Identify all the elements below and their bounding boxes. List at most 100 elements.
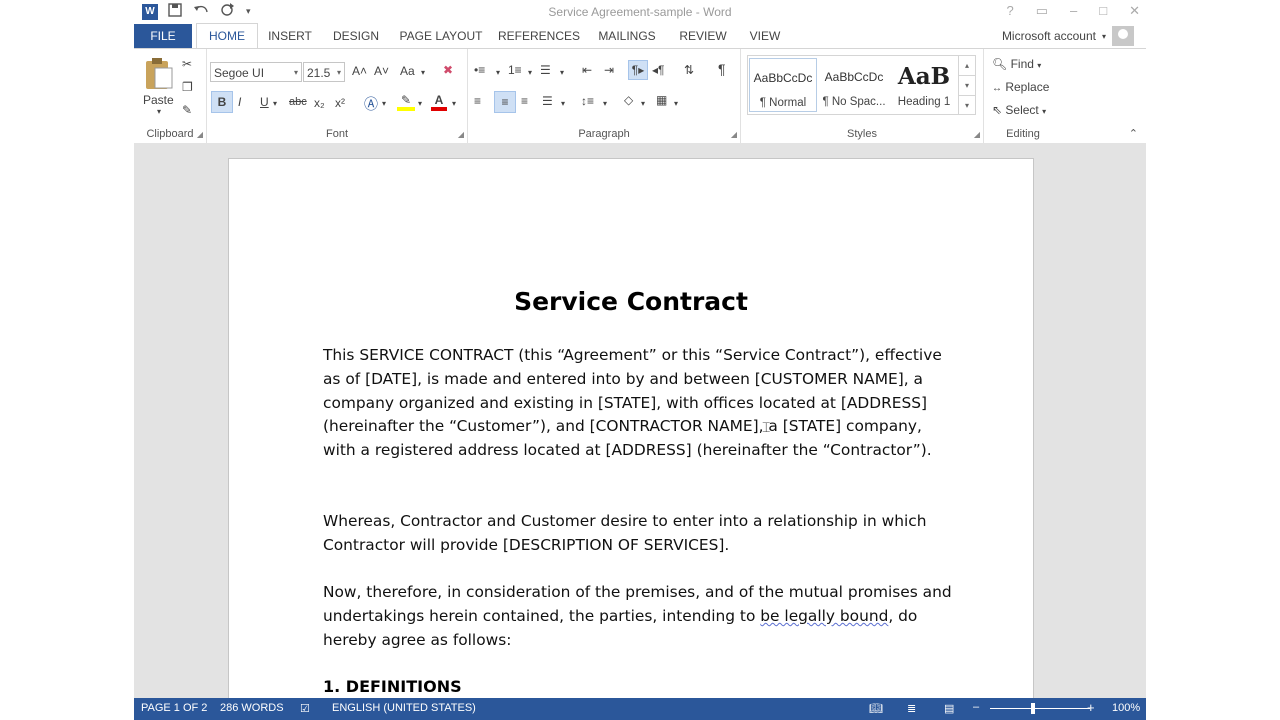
help-icon[interactable]: ? xyxy=(1006,3,1013,19)
bullets-icon[interactable]: •≡ xyxy=(474,63,485,77)
paragraph-intro: This SERVICE CONTRACT (this “Agreement” … xyxy=(323,346,942,460)
shading-icon[interactable]: ◇ xyxy=(624,93,633,107)
dialog-launcher-icon[interactable]: ◢ xyxy=(974,130,980,139)
collapse-ribbon-icon[interactable]: ⌃ xyxy=(1129,127,1138,140)
grammar-flag[interactable]: be legally bound xyxy=(760,607,888,625)
ribbon-display-icon[interactable]: ▭ xyxy=(1036,3,1048,19)
font-size-select[interactable]: 21.5 ▾ xyxy=(303,62,345,82)
italic-button[interactable]: I xyxy=(238,95,241,109)
align-right-icon[interactable]: ≡ xyxy=(521,94,528,108)
tab-page-layout[interactable]: PAGE LAYOUT xyxy=(396,24,486,48)
zoom-level[interactable]: 100% xyxy=(1112,702,1140,714)
word-count[interactable]: 286 WORDS xyxy=(220,702,284,714)
font-group: Segoe UI ▾ 21.5 ▾ A˄ A˅ Aa ▾ ✖ B I U ▾ a… xyxy=(207,49,468,143)
page-count[interactable]: PAGE 1 OF 2 xyxy=(141,702,207,714)
multilevel-list-icon[interactable]: ☰ xyxy=(540,63,551,77)
avatar[interactable] xyxy=(1112,26,1134,46)
document-canvas: Service Contract This SERVICE CONTRACT (… xyxy=(134,143,1146,698)
change-case-button[interactable]: Aa xyxy=(400,64,415,78)
tab-insert[interactable]: INSERT xyxy=(262,24,318,48)
account-menu[interactable]: Microsoft account ▾ xyxy=(1002,26,1134,46)
subscript-button[interactable]: x₂ xyxy=(314,96,325,110)
chevron-down-icon: ▾ xyxy=(336,68,341,77)
tab-references[interactable]: REFERENCES xyxy=(498,24,580,48)
zoom-slider-handle[interactable] xyxy=(1031,703,1035,714)
text-effects-icon[interactable]: Ⓐ xyxy=(364,94,378,114)
chevron-down-icon: ▾ xyxy=(641,99,646,108)
find-label: Find xyxy=(1010,57,1034,71)
paste-label: Paste xyxy=(143,93,174,107)
copy-icon[interactable]: ❐ xyxy=(182,80,193,94)
pointer-icon: ⇖ xyxy=(992,103,1003,117)
format-painter-icon[interactable]: ✎ xyxy=(182,103,192,117)
proofing-icon[interactable]: ☑ xyxy=(300,702,310,715)
numbering-icon[interactable]: 1≡ xyxy=(508,63,522,77)
style-normal[interactable]: AaBbCcDc ¶ Normal xyxy=(749,58,817,112)
zoom-in-button[interactable]: + xyxy=(1087,700,1095,715)
paragraph-whereas: Whereas, Contractor and Customer desire … xyxy=(323,512,927,554)
minimize-icon[interactable]: – xyxy=(1070,3,1077,19)
clipboard-group: Paste ▾ ✂ ❐ ✎ Clipboard ◢ xyxy=(134,49,207,143)
strikethrough-button[interactable]: abc xyxy=(289,96,307,108)
rtl-icon[interactable]: ◂¶ xyxy=(652,63,664,77)
more-icon[interactable]: ▾ xyxy=(959,95,975,115)
dialog-launcher-icon[interactable]: ◢ xyxy=(458,130,464,139)
justify-icon[interactable]: ☰ xyxy=(542,94,553,108)
decrease-indent-icon[interactable]: ⇤ xyxy=(582,63,592,77)
chevron-down-icon[interactable]: ▾ xyxy=(959,75,975,95)
grow-font-button[interactable]: A˄ xyxy=(352,64,367,78)
show-formatting-button[interactable]: ¶ xyxy=(718,61,726,77)
chevron-up-icon[interactable]: ▴ xyxy=(959,56,975,75)
tab-view[interactable]: VIEW xyxy=(742,24,788,48)
clear-formatting-icon[interactable]: ✖ xyxy=(443,63,453,77)
tab-review[interactable]: REVIEW xyxy=(674,24,732,48)
tab-design[interactable]: DESIGN xyxy=(326,24,386,48)
font-size-value: 21.5 xyxy=(307,66,331,80)
highlight-icon[interactable]: ✎ xyxy=(397,93,415,111)
font-color-icon[interactable]: A xyxy=(431,93,447,111)
underline-button[interactable]: U xyxy=(260,95,269,109)
document-page[interactable]: Service Contract This SERVICE CONTRACT (… xyxy=(228,158,1034,698)
tab-mailings[interactable]: MAILINGS xyxy=(592,24,662,48)
line-spacing-icon[interactable]: ↕≡ xyxy=(581,94,594,108)
status-bar: PAGE 1 OF 2 286 WORDS ☑ ENGLISH (UNITED … xyxy=(134,698,1146,720)
styles-gallery: AaBbCcDc ¶ Normal AaBbCcDc ¶ No Spac... … xyxy=(747,55,976,115)
bold-button[interactable]: B xyxy=(211,91,233,113)
style-heading-1[interactable]: AaB Heading 1 xyxy=(890,58,958,112)
replace-button[interactable]: ↔ Replace xyxy=(992,80,1049,94)
align-left-icon[interactable]: ≡ xyxy=(474,94,481,108)
read-mode-icon[interactable]: 📖︎ xyxy=(869,702,883,715)
restore-icon[interactable]: □ xyxy=(1099,3,1107,19)
paragraph-group-label: Paragraph xyxy=(578,128,630,140)
dialog-launcher-icon[interactable]: ◢ xyxy=(197,130,203,139)
ltr-icon[interactable]: ¶▸ xyxy=(628,60,648,80)
gallery-scroll[interactable]: ▴ ▾ ▾ xyxy=(958,56,975,114)
increase-indent-icon[interactable]: ⇥ xyxy=(604,63,614,77)
find-button[interactable]: 🔍︎ Find ▾ xyxy=(992,57,1041,71)
replace-label: Replace xyxy=(1005,80,1050,94)
binoculars-icon: 🔍︎ xyxy=(992,57,1008,71)
zoom-slider[interactable] xyxy=(990,708,1090,709)
print-layout-icon[interactable]: ≣ xyxy=(907,702,916,715)
tab-home[interactable]: HOME xyxy=(196,23,258,49)
tab-file[interactable]: FILE xyxy=(134,24,192,48)
select-button[interactable]: ⇖ Select ▾ xyxy=(992,103,1046,117)
cut-icon[interactable]: ✂ xyxy=(182,57,192,71)
sort-icon[interactable]: ⇅ xyxy=(684,63,694,77)
styles-group-label: Styles xyxy=(847,128,877,140)
dialog-launcher-icon[interactable]: ◢ xyxy=(731,130,737,139)
zoom-out-button[interactable]: – xyxy=(973,701,979,713)
chevron-down-icon: ▾ xyxy=(418,99,423,108)
shrink-font-button[interactable]: A˅ xyxy=(374,64,389,78)
chevron-down-icon: ▾ xyxy=(452,99,457,108)
font-family-select[interactable]: Segoe UI ▾ xyxy=(210,62,302,82)
superscript-button[interactable]: x² xyxy=(335,96,345,110)
align-center-icon[interactable]: ≡ xyxy=(494,91,516,113)
chevron-down-icon: ▾ xyxy=(382,99,387,108)
language[interactable]: ENGLISH (UNITED STATES) xyxy=(332,702,476,714)
paste-button[interactable]: Paste ▾ xyxy=(143,56,175,116)
web-layout-icon[interactable]: ▤ xyxy=(944,702,954,715)
close-icon[interactable]: ✕ xyxy=(1129,3,1140,19)
style-no-spacing[interactable]: AaBbCcDc ¶ No Spac... xyxy=(820,58,888,112)
borders-icon[interactable]: ▦ xyxy=(656,93,667,107)
